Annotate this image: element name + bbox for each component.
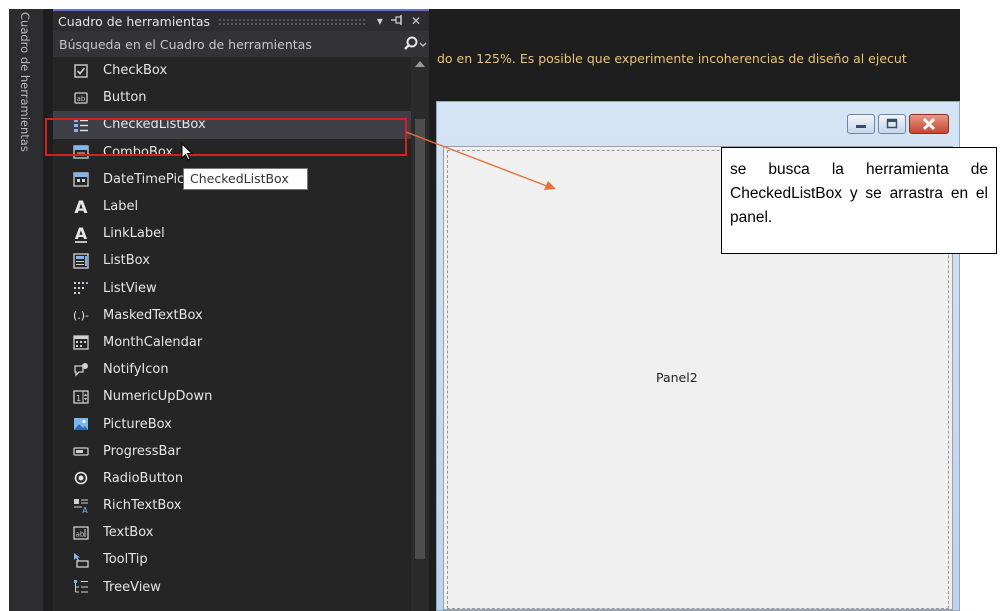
toolbox-item[interactable]: A LinkLabel bbox=[53, 220, 411, 247]
label-icon: A bbox=[71, 198, 91, 216]
toolbox-item-label: RadioButton bbox=[103, 470, 184, 486]
pin-icon[interactable] bbox=[390, 14, 403, 28]
toolbox-item-label: ProgressBar bbox=[103, 443, 181, 459]
toolbox-item-label: CheckBox bbox=[103, 63, 168, 79]
toolbox-item-label: ListBox bbox=[103, 253, 150, 269]
header-grip[interactable] bbox=[218, 17, 367, 25]
textbox-icon: ab bbox=[71, 524, 91, 542]
toolbox-item-label: NotifyIcon bbox=[103, 362, 169, 378]
toolbox-item[interactable]: MonthCalendar bbox=[53, 329, 411, 356]
toolbox-item-label: LinkLabel bbox=[103, 226, 165, 242]
search-input[interactable]: Búsqueda en el Cuadro de herramientas bbox=[59, 37, 403, 52]
toolbox-item[interactable]: ToolTip bbox=[53, 546, 411, 573]
toolbox-item[interactable]: 1 NumericUpDown bbox=[53, 383, 411, 410]
toolbox-item-label: RichTextBox bbox=[103, 498, 182, 514]
toolbox-item-label: MonthCalendar bbox=[103, 334, 203, 350]
toolbox-item-label: Label bbox=[103, 199, 139, 215]
radiobutton-icon bbox=[71, 469, 91, 487]
svg-text:1: 1 bbox=[76, 394, 81, 403]
toolbox-item[interactable]: CheckBox bbox=[53, 57, 411, 84]
notifyicon-icon bbox=[71, 361, 91, 379]
annotation-callout: se busca la herramienta de CheckedListBo… bbox=[721, 147, 997, 254]
mouse-cursor-icon bbox=[181, 143, 194, 161]
toolbox-item-label: TextBox bbox=[103, 525, 154, 541]
maximize-icon[interactable] bbox=[878, 114, 906, 134]
form-controls bbox=[844, 114, 949, 134]
side-tab-label: Cuadro de herramientas bbox=[18, 12, 32, 152]
scroll-up-icon[interactable] bbox=[415, 61, 425, 67]
highlight-box bbox=[45, 118, 407, 156]
annotation-text: se busca la herramienta de CheckedListBo… bbox=[730, 161, 988, 226]
svg-text:(.)-: (.)- bbox=[73, 309, 89, 322]
listbox-icon bbox=[71, 252, 91, 270]
minimize-icon[interactable] bbox=[847, 114, 875, 134]
toolbox-item[interactable]: TreeView bbox=[53, 574, 411, 601]
toolbox-item[interactable]: A RichTextBox bbox=[53, 492, 411, 519]
svg-text:ab: ab bbox=[76, 530, 85, 538]
visual-studio-screen: Cuadro de herramientas Cuadro de herrami… bbox=[9, 9, 960, 611]
toolbox-item[interactable]: (.)- MaskedTextBox bbox=[53, 302, 411, 329]
toolbox-item-label: ListView bbox=[103, 280, 157, 296]
linklabel-icon: A bbox=[71, 225, 91, 243]
datetimepicker-icon bbox=[71, 170, 91, 188]
listview-icon bbox=[71, 279, 91, 297]
search-icon[interactable] bbox=[403, 34, 429, 54]
richtextbox-icon: A bbox=[71, 497, 91, 515]
toolbox-item[interactable]: ProgressBar bbox=[53, 438, 411, 465]
toolbox-item[interactable]: ab Button bbox=[53, 84, 411, 111]
svg-text:ab: ab bbox=[77, 95, 86, 103]
toolbox-item[interactable]: PictureBox bbox=[53, 410, 411, 437]
dpi-warning-bar: do en 125%. Es posible que experimente i… bbox=[437, 51, 907, 66]
monthcalendar-icon bbox=[71, 333, 91, 351]
toolbox-scrollbar[interactable] bbox=[411, 57, 429, 611]
toolbox-item[interactable]: ListView bbox=[53, 275, 411, 302]
close-icon[interactable]: ✕ bbox=[411, 14, 421, 28]
picturebox-icon bbox=[71, 415, 91, 433]
toolbox-item[interactable]: ab TextBox bbox=[53, 519, 411, 546]
scrollbar-thumb[interactable] bbox=[415, 119, 425, 559]
toolbox-item-label: TreeView bbox=[103, 579, 161, 595]
dropdown-icon[interactable]: ▾ bbox=[377, 14, 383, 28]
maskedtextbox-icon: (.)- bbox=[71, 306, 91, 324]
panel-label: Panel2 bbox=[656, 370, 698, 385]
svg-text:A: A bbox=[75, 225, 88, 243]
form-close-icon[interactable] bbox=[909, 114, 949, 134]
toolbox-search[interactable]: Búsqueda en el Cuadro de herramientas bbox=[53, 31, 429, 57]
item-tooltip: CheckedListBox bbox=[183, 168, 308, 190]
toolbox-item[interactable]: NotifyIcon bbox=[53, 356, 411, 383]
svg-text:A: A bbox=[82, 506, 88, 514]
toolbox-side-tab[interactable]: Cuadro de herramientas bbox=[9, 9, 43, 611]
button-icon: ab bbox=[71, 89, 91, 107]
numericupdown-icon: 1 bbox=[71, 388, 91, 406]
svg-text:A: A bbox=[74, 198, 88, 216]
checkbox-icon bbox=[71, 62, 91, 80]
toolbox-item-label: PictureBox bbox=[103, 416, 172, 432]
toolbox-item-label: Button bbox=[103, 90, 147, 106]
tooltip-icon bbox=[71, 551, 91, 569]
toolbox-item[interactable]: A Label bbox=[53, 193, 411, 220]
toolbox-header: Cuadro de herramientas ▾ ✕ bbox=[53, 9, 429, 31]
toolbox-title: Cuadro de herramientas bbox=[58, 13, 210, 29]
toolbox-panel: Cuadro de herramientas ▾ ✕ Búsqueda en e… bbox=[53, 9, 429, 611]
toolbox-item-label: ToolTip bbox=[103, 552, 148, 568]
treeview-icon bbox=[71, 578, 91, 596]
toolbox-item-label: MaskedTextBox bbox=[103, 307, 203, 323]
toolbox-item-label: NumericUpDown bbox=[103, 389, 213, 405]
toolbox-item[interactable]: RadioButton bbox=[53, 465, 411, 492]
progressbar-icon bbox=[71, 442, 91, 460]
toolbox-item[interactable]: ListBox bbox=[53, 247, 411, 274]
